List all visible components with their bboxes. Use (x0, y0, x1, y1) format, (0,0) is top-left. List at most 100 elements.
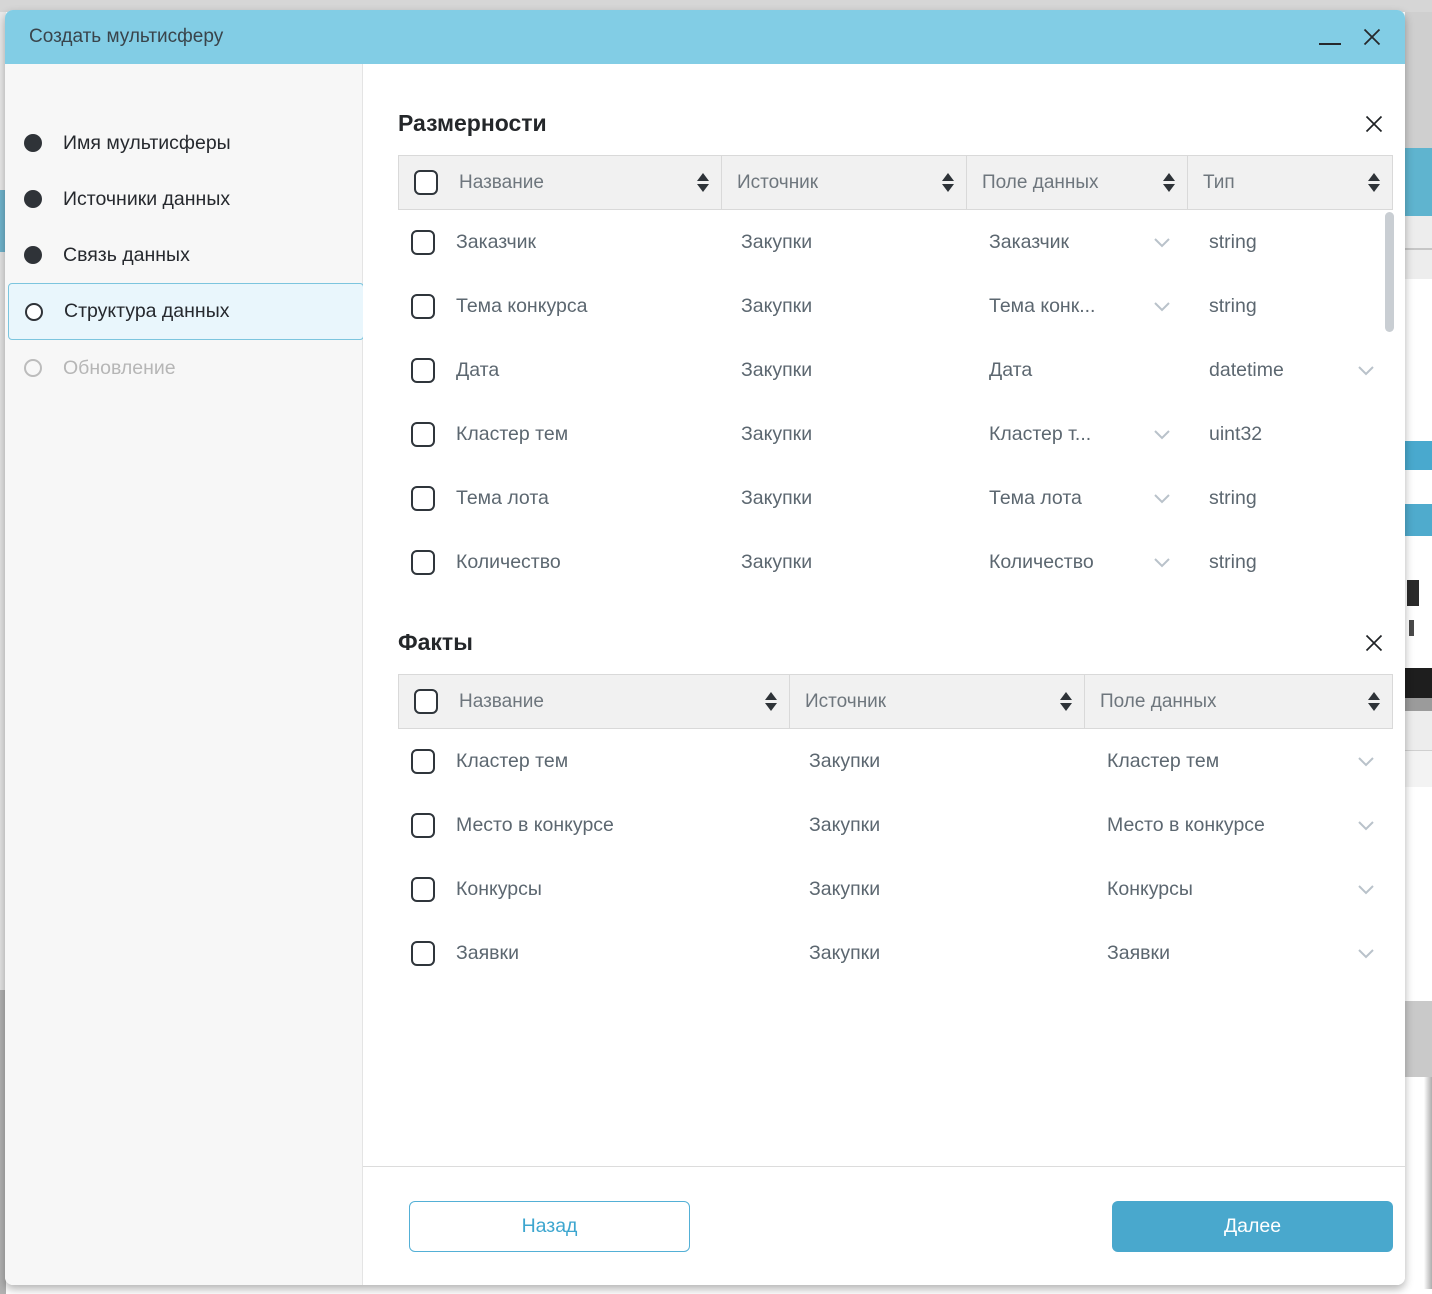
sort-icon[interactable] (765, 692, 777, 711)
row-checkbox[interactable] (411, 749, 435, 774)
sort-icon[interactable] (697, 173, 709, 192)
chevron-down-icon[interactable] (1357, 884, 1375, 895)
table-row: Кластер тем Закупки Кластер т... uint32 (398, 402, 1393, 466)
table-row: Тема конкурса Закупки Тема конк... strin… (398, 274, 1393, 338)
row-type: string (1209, 487, 1257, 510)
sidebar-item-data-link[interactable]: Связь данных (5, 227, 362, 283)
table-row: Дата Закупки Дата datetime (398, 338, 1393, 402)
column-label: Источник (737, 172, 818, 194)
row-source: Закупки (741, 359, 812, 382)
column-label: Название (459, 691, 544, 713)
next-button[interactable]: Далее (1112, 1201, 1393, 1252)
row-field: Заявки (1107, 942, 1170, 965)
wizard-steps-sidebar: Имя мультисферы Источники данных Связь д… (5, 64, 363, 1285)
sidebar-item-multisphere-name[interactable]: Имя мультисферы (5, 115, 362, 171)
header-cell-source: Источник (722, 156, 967, 209)
chevron-down-icon[interactable] (1153, 237, 1171, 248)
table-row: Место в конкурсе Закупки Место в конкурс… (398, 793, 1393, 857)
column-label: Тип (1203, 172, 1235, 194)
create-multisphere-dialog: Создать мультисферу Имя мультисферы Исто… (5, 10, 1405, 1285)
row-name: Количество (456, 551, 561, 574)
table-row: Количество Закупки Количество string (398, 530, 1393, 594)
sort-icon[interactable] (1060, 692, 1072, 711)
row-name: Кластер тем (456, 750, 568, 773)
row-checkbox[interactable] (411, 941, 435, 966)
header-cell-field: Поле данных (967, 156, 1188, 209)
row-checkbox[interactable] (411, 486, 435, 511)
row-field: Тема конк... (989, 295, 1095, 318)
row-field: Тема лота (989, 487, 1082, 510)
back-button[interactable]: Назад (409, 1201, 690, 1252)
select-all-checkbox[interactable] (414, 170, 438, 195)
row-name: Конкурсы (456, 878, 542, 901)
row-field: Кластер тем (1107, 750, 1219, 773)
row-type: string (1209, 231, 1257, 254)
row-source: Закупки (741, 423, 812, 446)
header-cell-type: Тип (1188, 156, 1392, 209)
close-icon[interactable] (1361, 26, 1383, 48)
table-row: Кластер тем Закупки Кластер тем (398, 729, 1393, 793)
dimensions-title: Размерности (398, 110, 547, 137)
chevron-down-icon[interactable] (1153, 301, 1171, 312)
row-source: Закупки (741, 551, 812, 574)
row-field: Дата (989, 359, 1032, 382)
facts-close-icon[interactable] (1363, 632, 1385, 654)
row-checkbox[interactable] (411, 422, 435, 447)
row-name: Дата (456, 359, 499, 382)
row-source: Закупки (809, 942, 880, 965)
row-name: Тема лота (456, 487, 549, 510)
chevron-down-icon[interactable] (1153, 557, 1171, 568)
row-field: Кластер т... (989, 423, 1091, 446)
sort-icon[interactable] (1163, 173, 1175, 192)
sort-icon[interactable] (1368, 692, 1380, 711)
step-label: Источники данных (63, 188, 230, 211)
row-source: Закупки (741, 231, 812, 254)
row-source: Закупки (809, 878, 880, 901)
column-label: Поле данных (1100, 691, 1217, 713)
step-done-bullet-icon (24, 134, 42, 152)
table-scrollbar-thumb[interactable] (1385, 212, 1394, 332)
step-done-bullet-icon (24, 190, 42, 208)
column-label: Название (459, 172, 544, 194)
chevron-down-icon[interactable] (1357, 756, 1375, 767)
step-done-bullet-icon (24, 246, 42, 264)
dimensions-close-icon[interactable] (1363, 113, 1385, 135)
step-label: Связь данных (63, 244, 190, 267)
row-field: Место в конкурсе (1107, 814, 1265, 837)
row-checkbox[interactable] (411, 230, 435, 255)
header-cell-source: Источник (790, 675, 1085, 728)
sidebar-item-data-structure[interactable]: Структура данных (8, 283, 364, 340)
dimensions-section-header: Размерности (398, 108, 1393, 139)
row-checkbox[interactable] (411, 294, 435, 319)
minimize-icon[interactable] (1319, 29, 1341, 45)
chevron-down-icon[interactable] (1357, 365, 1375, 376)
sort-icon[interactable] (942, 173, 954, 192)
row-type: string (1209, 295, 1257, 318)
step-label: Обновление (63, 357, 176, 380)
facts-section-header: Факты (398, 627, 1393, 658)
header-cell-name: Название (399, 675, 790, 728)
facts-title: Факты (398, 629, 473, 656)
row-checkbox[interactable] (411, 877, 435, 902)
row-checkbox[interactable] (411, 358, 435, 383)
facts-table-header: Название Источник Поле данных (398, 674, 1393, 729)
chevron-down-icon[interactable] (1153, 429, 1171, 440)
chevron-down-icon[interactable] (1357, 948, 1375, 959)
row-checkbox[interactable] (411, 550, 435, 575)
row-source: Закупки (809, 814, 880, 837)
sidebar-item-data-sources[interactable]: Источники данных (5, 171, 362, 227)
chevron-down-icon[interactable] (1357, 820, 1375, 831)
row-type: uint32 (1209, 423, 1262, 446)
step-current-bullet-icon (25, 303, 43, 321)
row-name: Заказчик (456, 231, 536, 254)
row-field: Конкурсы (1107, 878, 1193, 901)
row-type: datetime (1209, 359, 1284, 382)
chevron-down-icon[interactable] (1153, 493, 1171, 504)
sort-icon[interactable] (1368, 173, 1380, 192)
row-name: Заявки (456, 942, 519, 965)
select-all-checkbox[interactable] (414, 689, 438, 714)
row-name: Место в конкурсе (456, 814, 614, 837)
column-label: Поле данных (982, 172, 1099, 194)
row-type: string (1209, 551, 1257, 574)
row-checkbox[interactable] (411, 813, 435, 838)
